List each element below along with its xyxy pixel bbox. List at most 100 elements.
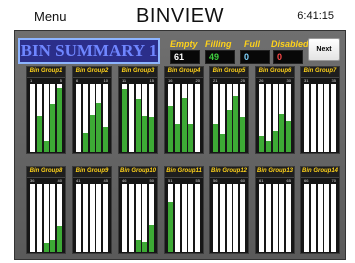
bin-bar[interactable] xyxy=(324,84,329,152)
bin-group-panel[interactable]: Bin Group11 51 55 xyxy=(164,166,204,254)
bin-bar[interactable] xyxy=(83,84,88,152)
bin-bar[interactable] xyxy=(213,84,218,152)
bin-bar[interactable] xyxy=(182,84,187,152)
bin-bar[interactable] xyxy=(318,184,323,252)
summary-banner: BIN SUMMARY 1 xyxy=(18,38,160,64)
bin-bar[interactable] xyxy=(90,184,95,252)
bin-bar[interactable] xyxy=(122,84,127,152)
bin-fill-level xyxy=(266,141,271,152)
bin-bar[interactable] xyxy=(318,84,323,152)
last-bin-number: 20 xyxy=(195,78,200,83)
bin-bar[interactable] xyxy=(129,84,134,152)
bin-bar[interactable] xyxy=(220,84,225,152)
bin-bar[interactable] xyxy=(142,184,147,252)
bin-bar[interactable] xyxy=(240,84,245,152)
bin-group-header: Bin Group1 xyxy=(27,67,65,78)
bin-bar[interactable] xyxy=(103,184,108,252)
bin-bar[interactable] xyxy=(142,84,147,152)
bin-bar[interactable] xyxy=(273,184,278,252)
bin-bar[interactable] xyxy=(136,84,141,152)
bin-fill-level xyxy=(149,117,154,152)
bin-group-panel[interactable]: Bin Group1 1 5 xyxy=(26,66,66,154)
bin-bar[interactable] xyxy=(259,84,264,152)
stat-value-filling: 49 xyxy=(209,52,220,62)
bin-bar[interactable] xyxy=(286,84,291,152)
bin-group-panel[interactable]: Bin Group13 61 65 xyxy=(255,166,295,254)
bin-bars xyxy=(122,84,154,152)
bin-bar[interactable] xyxy=(311,184,316,252)
bin-bar[interactable] xyxy=(103,84,108,152)
bin-bar[interactable] xyxy=(182,184,187,252)
bin-bar[interactable] xyxy=(37,184,42,252)
bin-bar[interactable] xyxy=(149,84,154,152)
bin-group-panel[interactable]: Bin Group3 11 15 xyxy=(118,66,158,154)
bin-bar[interactable] xyxy=(331,84,336,152)
bin-bar[interactable] xyxy=(44,84,49,152)
bin-bar[interactable] xyxy=(168,84,173,152)
bin-bar[interactable] xyxy=(195,84,200,152)
bin-bar[interactable] xyxy=(129,184,134,252)
bin-bar[interactable] xyxy=(96,184,101,252)
bin-bar[interactable] xyxy=(273,84,278,152)
bin-bar[interactable] xyxy=(136,184,141,252)
bin-bar[interactable] xyxy=(76,184,81,252)
bin-bar[interactable] xyxy=(331,184,336,252)
bin-bar[interactable] xyxy=(279,184,284,252)
bin-bar[interactable] xyxy=(175,84,180,152)
bin-bar[interactable] xyxy=(227,184,232,252)
bin-bar[interactable] xyxy=(175,184,180,252)
bin-bar[interactable] xyxy=(30,184,35,252)
bin-bar[interactable] xyxy=(233,84,238,152)
bin-bar[interactable] xyxy=(311,84,316,152)
bin-group-panel[interactable]: Bin Group10 46 50 xyxy=(118,166,158,254)
bin-bar[interactable] xyxy=(90,84,95,152)
bin-bar[interactable] xyxy=(304,184,309,252)
bin-bar[interactable] xyxy=(37,84,42,152)
bin-bar[interactable] xyxy=(220,184,225,252)
bin-group-panel[interactable]: Bin Group2 6 10 xyxy=(72,66,112,154)
bin-bars xyxy=(304,84,336,152)
bin-fill-level xyxy=(50,240,55,252)
last-bin-number: 45 xyxy=(103,178,108,183)
bin-group-panel[interactable]: Bin Group4 16 20 xyxy=(164,66,204,154)
bin-bar[interactable] xyxy=(44,184,49,252)
bin-bar[interactable] xyxy=(57,84,62,152)
bin-bar[interactable] xyxy=(324,184,329,252)
bin-bar[interactable] xyxy=(279,84,284,152)
bin-fill-level xyxy=(122,89,127,152)
bin-bar[interactable] xyxy=(96,84,101,152)
bin-bar[interactable] xyxy=(286,184,291,252)
bin-group-panel[interactable]: Bin Group9 41 45 xyxy=(72,166,112,254)
bin-bar[interactable] xyxy=(195,184,200,252)
bin-bar[interactable] xyxy=(188,84,193,152)
bin-group-panel[interactable]: Bin Group12 56 60 xyxy=(209,166,249,254)
bin-bar[interactable] xyxy=(266,84,271,152)
bin-bar[interactable] xyxy=(168,184,173,252)
bin-bar[interactable] xyxy=(304,84,309,152)
bin-bar[interactable] xyxy=(149,184,154,252)
bin-group-title: Bin Group10 xyxy=(119,168,156,174)
bin-bar[interactable] xyxy=(57,184,62,252)
bin-bar[interactable] xyxy=(266,184,271,252)
next-button[interactable]: Next xyxy=(308,38,340,61)
bin-bar[interactable] xyxy=(83,184,88,252)
bin-bar[interactable] xyxy=(213,184,218,252)
bin-bar[interactable] xyxy=(188,184,193,252)
bin-bar[interactable] xyxy=(50,84,55,152)
first-bin-number: 31 xyxy=(304,78,309,83)
bin-bar[interactable] xyxy=(227,84,232,152)
bin-bar[interactable] xyxy=(122,184,127,252)
bin-group-panel[interactable]: Bin Group8 36 40 xyxy=(26,166,66,254)
bin-bar[interactable] xyxy=(240,184,245,252)
first-bin-number: 46 xyxy=(122,178,127,183)
bin-group-panel[interactable]: Bin Group6 26 30 xyxy=(255,66,295,154)
bin-group-panel[interactable]: Bin Group7 31 35 xyxy=(300,66,340,154)
bin-bar[interactable] xyxy=(76,84,81,152)
bin-bar[interactable] xyxy=(30,84,35,152)
bin-bar[interactable] xyxy=(259,184,264,252)
bin-group-panel[interactable]: Bin Group14 66 70 xyxy=(300,166,340,254)
bin-group-panel[interactable]: Bin Group5 21 25 xyxy=(209,66,249,154)
stat-box-full: 0 xyxy=(240,50,270,64)
bin-bar[interactable] xyxy=(50,184,55,252)
bin-bar[interactable] xyxy=(233,184,238,252)
